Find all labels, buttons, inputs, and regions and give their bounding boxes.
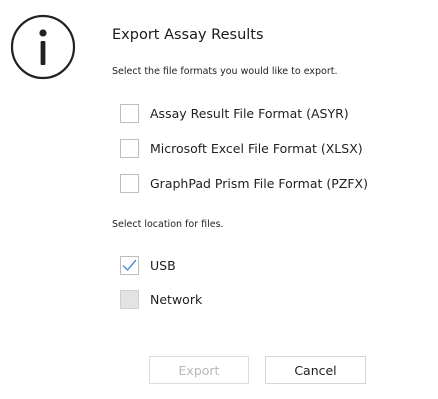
formats-instruction: Select the file formats you would like t… — [112, 66, 338, 77]
pzfx-checkbox[interactable] — [120, 173, 139, 193]
location-option-usb[interactable]: USB — [120, 254, 176, 276]
pzfx-label: GraphPad Prism File Format (PZFX) — [150, 175, 368, 191]
cancel-button[interactable]: Cancel — [265, 356, 366, 384]
format-option-pzfx[interactable]: GraphPad Prism File Format (PZFX) — [120, 172, 368, 194]
xlsx-label: Microsoft Excel File Format (XLSX) — [150, 140, 363, 156]
location-instruction: Select location for files. — [112, 219, 224, 230]
usb-checkbox[interactable] — [120, 255, 139, 275]
export-dialog: Export Assay Results Select the file for… — [0, 0, 438, 399]
network-label: Network — [150, 291, 203, 307]
check-mark-icon — [122, 259, 137, 271]
info-icon — [10, 14, 76, 80]
network-checkbox[interactable] — [120, 289, 139, 309]
export-button[interactable]: Export — [149, 356, 249, 384]
usb-label: USB — [150, 257, 176, 273]
xlsx-checkbox[interactable] — [120, 138, 139, 158]
format-option-asyr[interactable]: Assay Result File Format (ASYR) — [120, 102, 349, 124]
location-option-network[interactable]: Network — [120, 288, 202, 310]
dialog-title: Export Assay Results — [112, 27, 264, 43]
asyr-checkbox[interactable] — [120, 103, 139, 123]
asyr-label: Assay Result File Format (ASYR) — [150, 105, 349, 121]
format-option-xlsx[interactable]: Microsoft Excel File Format (XLSX) — [120, 137, 363, 159]
